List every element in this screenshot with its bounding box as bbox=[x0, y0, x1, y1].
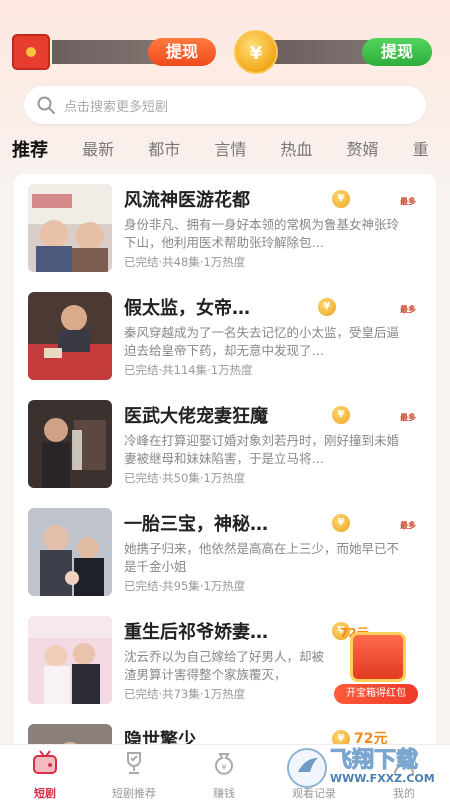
tab-action[interactable]: 热血 bbox=[280, 136, 312, 160]
reward-bar: 提现 ¥ 提现 bbox=[0, 0, 450, 90]
list-item[interactable]: 假太监，女帝… ¥ 最多 秦风穿越成为了一名失去记忆的小太监，受皇后逼迫去给皇帝… bbox=[14, 282, 436, 390]
max-tag: 最多 bbox=[400, 197, 416, 206]
nav-label: 赚钱 bbox=[213, 787, 235, 800]
nav-short-drama[interactable]: 短剧 bbox=[5, 749, 85, 800]
red-packet-icon[interactable] bbox=[12, 34, 50, 70]
drama-title[interactable]: 重生后祁爷娇妻… bbox=[124, 618, 268, 644]
drama-meta: 已完结·共73集·1万热度 bbox=[124, 687, 246, 701]
max-tag: 最多 bbox=[400, 305, 416, 314]
tab-romance[interactable]: 言情 bbox=[214, 136, 246, 160]
drama-thumbnail[interactable] bbox=[28, 292, 112, 380]
tv-icon bbox=[33, 750, 57, 774]
drama-title[interactable]: 医武大佬宠妻狂魔 bbox=[124, 402, 268, 428]
tab-latest[interactable]: 最新 bbox=[82, 136, 114, 160]
money-bag-icon: ¥ bbox=[215, 753, 233, 775]
list-item[interactable]: 一胎三宝，神秘… ¥ 最多 她携子归来，他依然是高高在上三少，而她早已不是千金小… bbox=[14, 498, 436, 606]
category-tabs: 推荐 最新 都市 言情 热血 赘婿 重 bbox=[12, 136, 450, 166]
search-placeholder: 点击搜索更多短剧 bbox=[64, 100, 169, 115]
drama-meta: 已完结·共48集·1万热度 bbox=[124, 255, 246, 269]
drama-thumbnail[interactable] bbox=[28, 184, 112, 272]
treasure-label: 开宝箱得红包 bbox=[334, 684, 418, 704]
drama-description: 身份非凡、拥有一身好本领的常枫为鲁基女神张玲下山，他利用医术帮助张玲解除包… bbox=[124, 217, 400, 250]
max-tag: 最多 bbox=[400, 521, 416, 530]
list-item[interactable]: 风流神医游花都 ¥ 最多 身份非凡、拥有一身好本领的常枫为鲁基女神张玲下山，他利… bbox=[14, 174, 436, 282]
search-bar[interactable]: 点击搜索更多短剧 bbox=[24, 86, 426, 124]
max-tag: 最多 bbox=[400, 413, 416, 422]
trophy-icon bbox=[127, 752, 141, 774]
nav-recommend[interactable]: 短剧推荐 bbox=[94, 749, 174, 800]
drama-thumbnail[interactable] bbox=[28, 400, 112, 488]
gold-coin-icon[interactable]: ¥ bbox=[234, 30, 278, 74]
drama-description: 沈云乔以为自己嫁给了好男人，却被渣男算计害得整个家族覆灭， bbox=[124, 649, 325, 682]
list-item[interactable]: 医武大佬宠妻狂魔 ¥ 最多 冷峰在打算迎娶订婚对象刘若丹时，刚好撞到未婚妻被继母… bbox=[14, 390, 436, 498]
svg-text:¥: ¥ bbox=[221, 763, 226, 772]
nav-earn[interactable]: ¥ 赚钱 bbox=[184, 749, 264, 800]
watermark: 飞翔下载 WWW.FXXZ.COM bbox=[286, 742, 442, 794]
search-icon bbox=[37, 96, 55, 114]
drama-description: 冷峰在打算迎娶订婚对象刘若丹时，刚好撞到未婚妻被继母和妹妹陷害，于是立马将… bbox=[124, 433, 400, 466]
treasure-chest-icon bbox=[350, 632, 406, 682]
watermark-logo-icon bbox=[287, 748, 327, 788]
coin-icon: ¥ bbox=[318, 298, 336, 316]
drama-description: 秦风穿越成为了一名失去记忆的小太监，受皇后逼迫去给皇帝下药，却无意中发现了… bbox=[124, 325, 400, 358]
tab-son-in-law[interactable]: 赘婿 bbox=[347, 136, 379, 160]
nav-label: 短剧推荐 bbox=[112, 787, 156, 800]
watermark-brand: 飞翔下载 bbox=[329, 748, 419, 774]
drama-thumbnail[interactable] bbox=[28, 508, 112, 596]
tab-urban[interactable]: 都市 bbox=[148, 136, 180, 160]
drama-meta: 已完结·共95集·1万热度 bbox=[124, 579, 246, 593]
watermark-url: WWW.FXXZ.COM bbox=[330, 772, 435, 785]
coin-icon: ¥ bbox=[332, 514, 350, 532]
tab-recommend[interactable]: 推荐 bbox=[12, 136, 48, 162]
withdraw-button-right[interactable]: 提现 bbox=[362, 38, 432, 66]
drama-description: 她携子归来，他依然是高高在上三少，而她早已不是千金小姐 bbox=[124, 541, 400, 574]
drama-title[interactable]: 风流神医游花都 bbox=[124, 186, 250, 212]
coin-icon: ¥ bbox=[332, 190, 350, 208]
drama-title[interactable]: 假太监，女帝… bbox=[124, 294, 250, 320]
tab-more[interactable]: 重 bbox=[413, 136, 429, 160]
nav-label: 短剧 bbox=[34, 787, 56, 800]
drama-meta: 已完结·共50集·1万热度 bbox=[124, 471, 246, 485]
coin-icon: ¥ bbox=[332, 406, 350, 424]
withdraw-button-left[interactable]: 提现 bbox=[148, 38, 216, 66]
treasure-chest-button[interactable]: 72元 开宝箱得红包 bbox=[332, 618, 420, 708]
drama-title[interactable]: 一胎三宝，神秘… bbox=[124, 510, 268, 536]
drama-meta: 已完结·共114集·1万热度 bbox=[124, 363, 253, 377]
drama-thumbnail[interactable] bbox=[28, 616, 112, 704]
